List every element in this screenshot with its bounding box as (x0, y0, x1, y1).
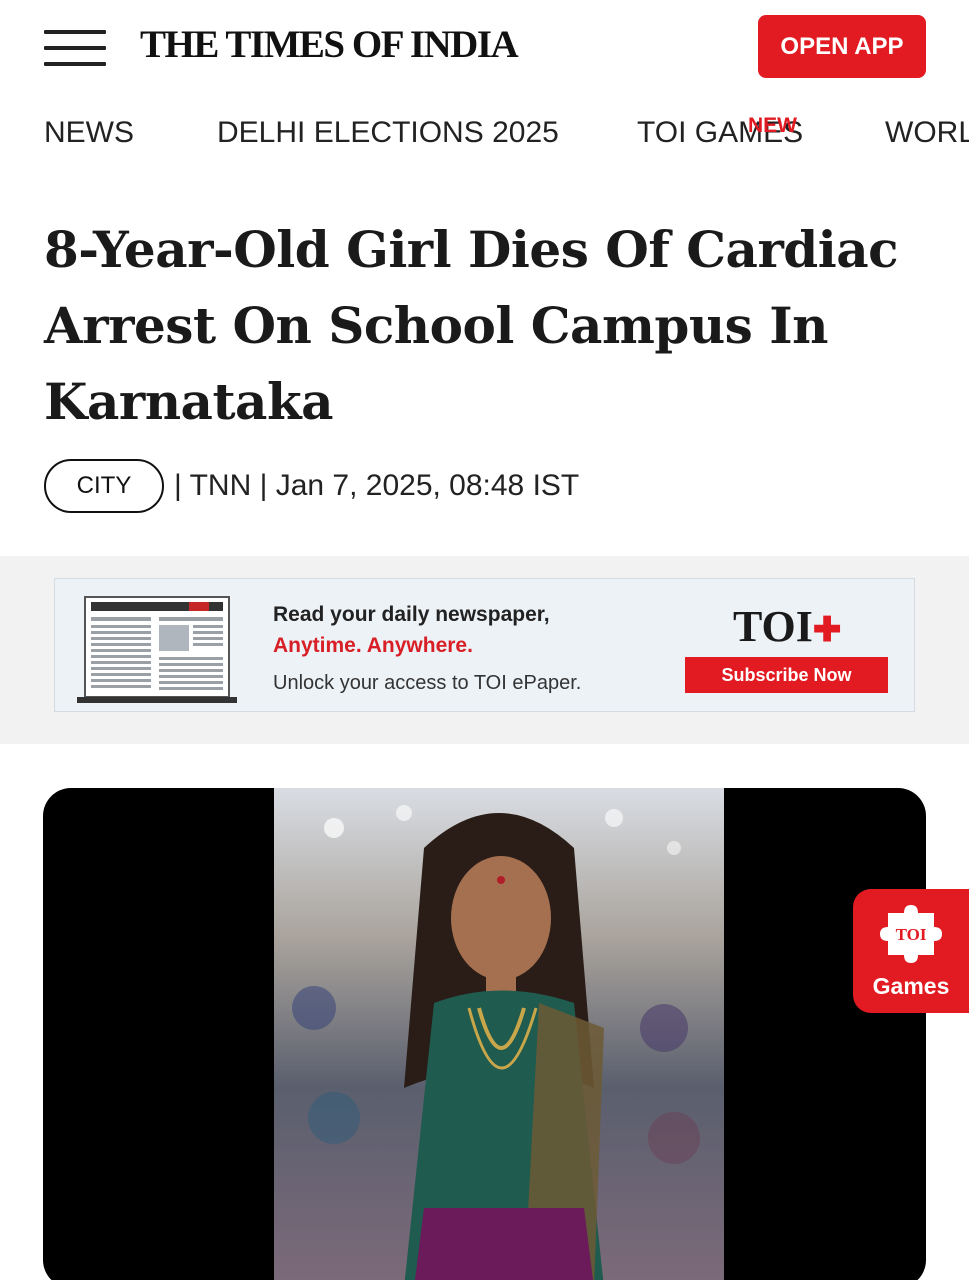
toi-plus-logo: TOI✚ (733, 601, 841, 652)
new-badge: NEW (748, 114, 797, 137)
promo-line-2: Anytime. Anywhere. (273, 634, 473, 657)
games-icon-text: TOI (896, 925, 927, 944)
plus-icon: ✚ (812, 612, 842, 649)
promo-line-1: Read your daily newspaper, (273, 603, 550, 626)
article-meta: CITY | TNN | Jan 7, 2025, 08:48 IST (44, 459, 579, 513)
top-header: THE TIMES OF INDIA OPEN APP (0, 0, 969, 96)
nav-item-toi-games[interactable]: TOI GAMES NEW (637, 114, 803, 150)
games-label: Games (872, 973, 950, 999)
byline: | TNN | Jan 7, 2025, 08:48 IST (174, 469, 580, 502)
category-tag[interactable]: CITY (44, 459, 164, 513)
puzzle-icon: TOI (880, 905, 942, 963)
subscribe-now-button[interactable]: Subscribe Now (685, 657, 888, 693)
toi-games-floating-button[interactable]: TOI Games (853, 889, 969, 1013)
section-nav: NEWS DELHI ELECTIONS 2025 TOI GAMES NEW … (0, 96, 969, 176)
open-app-button[interactable]: OPEN APP (758, 15, 926, 78)
site-logo[interactable]: THE TIMES OF INDIA (140, 22, 519, 67)
nav-item-news[interactable]: NEWS (44, 116, 134, 150)
article-media[interactable] (43, 788, 926, 1280)
toi-brand-text: TOI (733, 602, 813, 651)
ad-zone: Read your daily newspaper, Anytime. Anyw… (0, 556, 969, 744)
hamburger-menu-icon[interactable] (44, 30, 106, 68)
nav-item-delhi-elections[interactable]: DELHI ELECTIONS 2025 (217, 116, 559, 150)
article-photo (274, 788, 724, 1280)
promo-line-3: Unlock your access to TOI ePaper. (273, 672, 582, 694)
article-headline: 8-Year-Old Girl Dies Of Cardiac Arrest O… (44, 220, 899, 431)
newspaper-laptop-icon (77, 596, 237, 703)
nav-item-world[interactable]: WORLD (885, 116, 969, 150)
epaper-promo-banner[interactable]: Read your daily newspaper, Anytime. Anyw… (54, 578, 915, 712)
